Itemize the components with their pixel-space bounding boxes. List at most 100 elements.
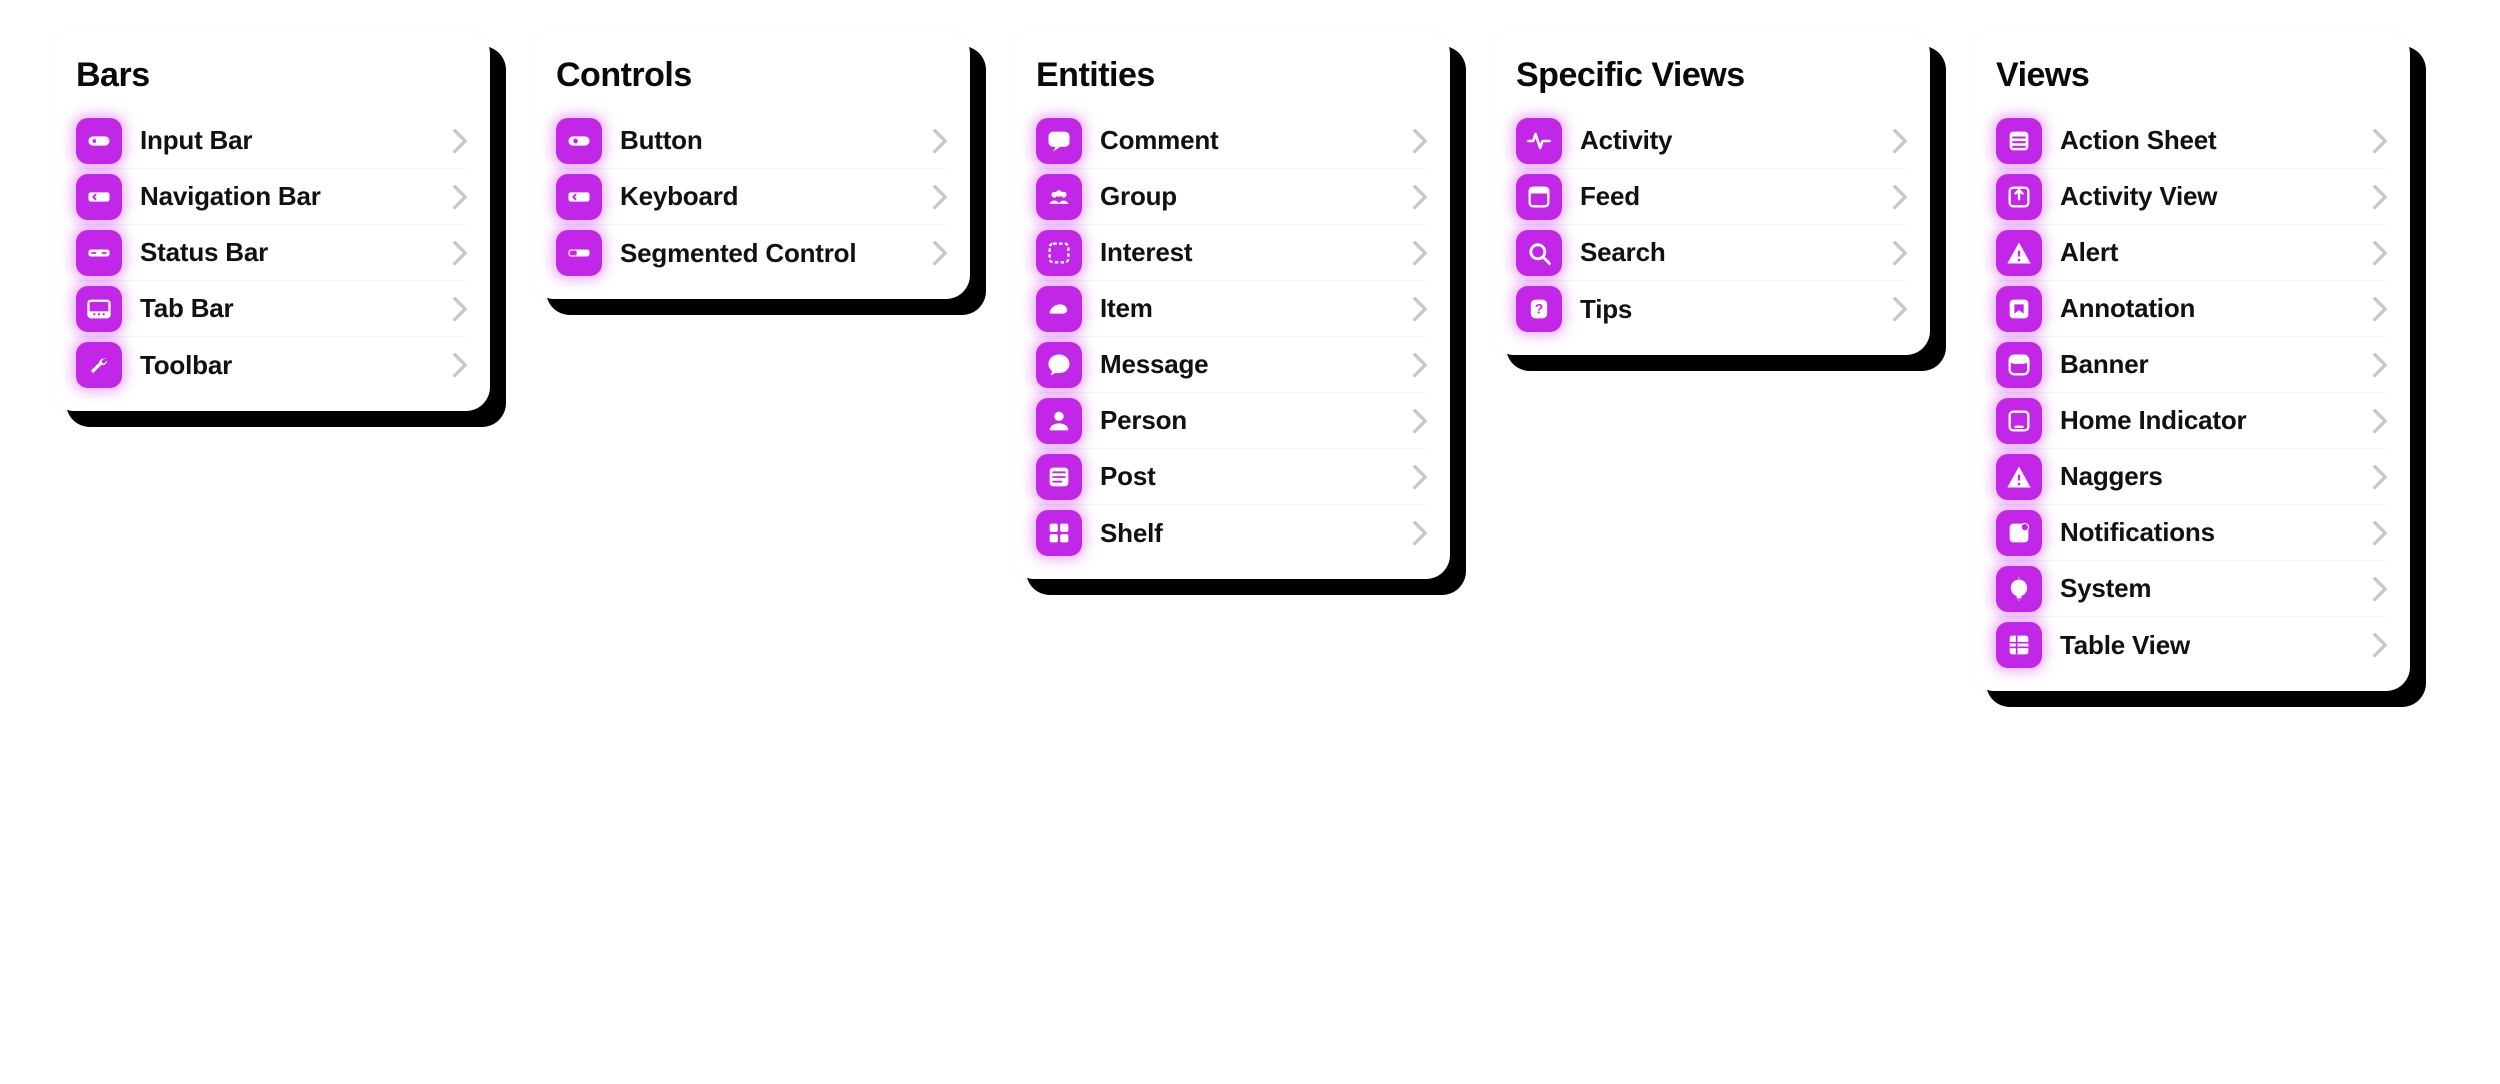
list-item-keyboard[interactable]: Keyboard xyxy=(556,169,948,225)
chevron-right-icon xyxy=(2372,352,2388,378)
banner-icon xyxy=(1996,342,2042,388)
list-item-label: Search xyxy=(1580,237,1874,268)
list-item-label: Action Sheet xyxy=(2060,125,2354,156)
list-item-shelf[interactable]: Shelf xyxy=(1036,505,1428,561)
list-item-segmented-control[interactable]: Segmented Control xyxy=(556,225,948,281)
card-rows: Comment Group Interest Item Message PersonPos… xyxy=(1036,113,1428,561)
status-bar-icon xyxy=(76,230,122,276)
chevron-right-icon xyxy=(932,128,948,154)
chevron-right-icon xyxy=(1412,408,1428,434)
annotation-icon xyxy=(1996,286,2042,332)
chevron-right-icon xyxy=(2372,240,2388,266)
list-item-label: Interest xyxy=(1100,237,1394,268)
list-item-label: Button xyxy=(620,125,914,156)
interest-icon xyxy=(1036,230,1082,276)
list-item-message[interactable]: Message xyxy=(1036,337,1428,393)
list-item-naggers[interactable]: Naggers xyxy=(1996,449,2388,505)
list-item-label: Alert xyxy=(2060,237,2354,268)
chevron-right-icon xyxy=(452,128,468,154)
list-item-activity-view[interactable]: Activity View xyxy=(1996,169,2388,225)
list-item-label: Status Bar xyxy=(140,237,434,268)
feed-icon xyxy=(1516,174,1562,220)
list-item-label: Message xyxy=(1100,349,1394,380)
list-item-search[interactable]: Search xyxy=(1516,225,1908,281)
chevron-right-icon xyxy=(2372,296,2388,322)
chevron-right-icon xyxy=(2372,520,2388,546)
chevron-right-icon xyxy=(2372,408,2388,434)
comment-icon xyxy=(1036,118,1082,164)
list-item-feed[interactable]: Feed xyxy=(1516,169,1908,225)
card-title: Views xyxy=(1996,56,2388,95)
list-item-tips[interactable]: Tips xyxy=(1516,281,1908,337)
list-item-label: Tips xyxy=(1580,294,1874,325)
keyboard-icon xyxy=(556,174,602,220)
list-item-navigation-bar[interactable]: Navigation Bar xyxy=(76,169,468,225)
list-item-home-indicator[interactable]: Home Indicator xyxy=(1996,393,2388,449)
card-rows: Action Sheet Activity View Alert Annotation… xyxy=(1996,113,2388,673)
list-item-label: Feed xyxy=(1580,181,1874,212)
card-bars: Bars Input Bar Navigation Bar Status Bar Tab… xyxy=(50,30,490,411)
group-icon xyxy=(1036,174,1082,220)
tips-icon xyxy=(1516,286,1562,332)
chevron-right-icon xyxy=(452,240,468,266)
list-item-label: Annotation xyxy=(2060,293,2354,324)
table-view-icon xyxy=(1996,622,2042,668)
chevron-right-icon xyxy=(932,240,948,266)
action-sheet-icon xyxy=(1996,118,2042,164)
list-item-group[interactable]: Group xyxy=(1036,169,1428,225)
list-item-alert[interactable]: Alert xyxy=(1996,225,2388,281)
list-item-item[interactable]: Item xyxy=(1036,281,1428,337)
list-item-tab-bar[interactable]: Tab Bar xyxy=(76,281,468,337)
list-item-person[interactable]: Person xyxy=(1036,393,1428,449)
home-indicator-icon xyxy=(1996,398,2042,444)
alert-icon xyxy=(1996,230,2042,276)
card-entities: EntitiesCommentGroupInterestItemMessageP… xyxy=(1010,30,1450,579)
list-item-comment[interactable]: Comment xyxy=(1036,113,1428,169)
search-icon xyxy=(1516,230,1562,276)
list-item-label: Item xyxy=(1100,293,1394,324)
chevron-right-icon xyxy=(1412,240,1428,266)
chevron-right-icon xyxy=(1412,352,1428,378)
list-item-label: Naggers xyxy=(2060,461,2354,492)
chevron-right-icon xyxy=(1412,296,1428,322)
list-item-status-bar[interactable]: Status Bar xyxy=(76,225,468,281)
list-item-label: Shelf xyxy=(1100,518,1394,549)
chevron-right-icon xyxy=(1412,520,1428,546)
chevron-right-icon xyxy=(1892,184,1908,210)
list-item-toolbar[interactable]: Toolbar xyxy=(76,337,468,393)
list-item-label: Table View xyxy=(2060,630,2354,661)
item-icon xyxy=(1036,286,1082,332)
toolbar-icon xyxy=(76,342,122,388)
chevron-right-icon xyxy=(2372,184,2388,210)
list-item-interest[interactable]: Interest xyxy=(1036,225,1428,281)
chevron-right-icon xyxy=(2372,128,2388,154)
list-item-annotation[interactable]: Annotation xyxy=(1996,281,2388,337)
list-item-activity[interactable]: Activity xyxy=(1516,113,1908,169)
chevron-right-icon xyxy=(932,184,948,210)
card-rows: Input Bar Navigation Bar Status Bar Tab Bar… xyxy=(76,113,468,393)
card-rows: Button KeyboardSegmented Control xyxy=(556,113,948,281)
activity-icon xyxy=(1516,118,1562,164)
list-item-label: Navigation Bar xyxy=(140,181,434,212)
system-icon xyxy=(1996,566,2042,612)
chevron-right-icon xyxy=(452,296,468,322)
list-item-label: Comment xyxy=(1100,125,1394,156)
tab-bar-icon xyxy=(76,286,122,332)
card-controls: ControlsButtonKeyboardSegmented Control xyxy=(530,30,970,299)
naggers-icon xyxy=(1996,454,2042,500)
chevron-right-icon xyxy=(2372,464,2388,490)
list-item-table-view[interactable]: Table View xyxy=(1996,617,2388,673)
list-item-input-bar[interactable]: Input Bar xyxy=(76,113,468,169)
list-item-notifications[interactable]: Notifications xyxy=(1996,505,2388,561)
list-item-post[interactable]: Post xyxy=(1036,449,1428,505)
chevron-right-icon xyxy=(1412,128,1428,154)
list-item-action-sheet[interactable]: Action Sheet xyxy=(1996,113,2388,169)
list-item-label: Notifications xyxy=(2060,517,2354,548)
chevron-right-icon xyxy=(452,352,468,378)
list-item-button[interactable]: Button xyxy=(556,113,948,169)
list-item-banner[interactable]: Banner xyxy=(1996,337,2388,393)
shelf-icon xyxy=(1036,510,1082,556)
post-icon xyxy=(1036,454,1082,500)
list-item-system[interactable]: System xyxy=(1996,561,2388,617)
card-title: Bars xyxy=(76,56,468,95)
